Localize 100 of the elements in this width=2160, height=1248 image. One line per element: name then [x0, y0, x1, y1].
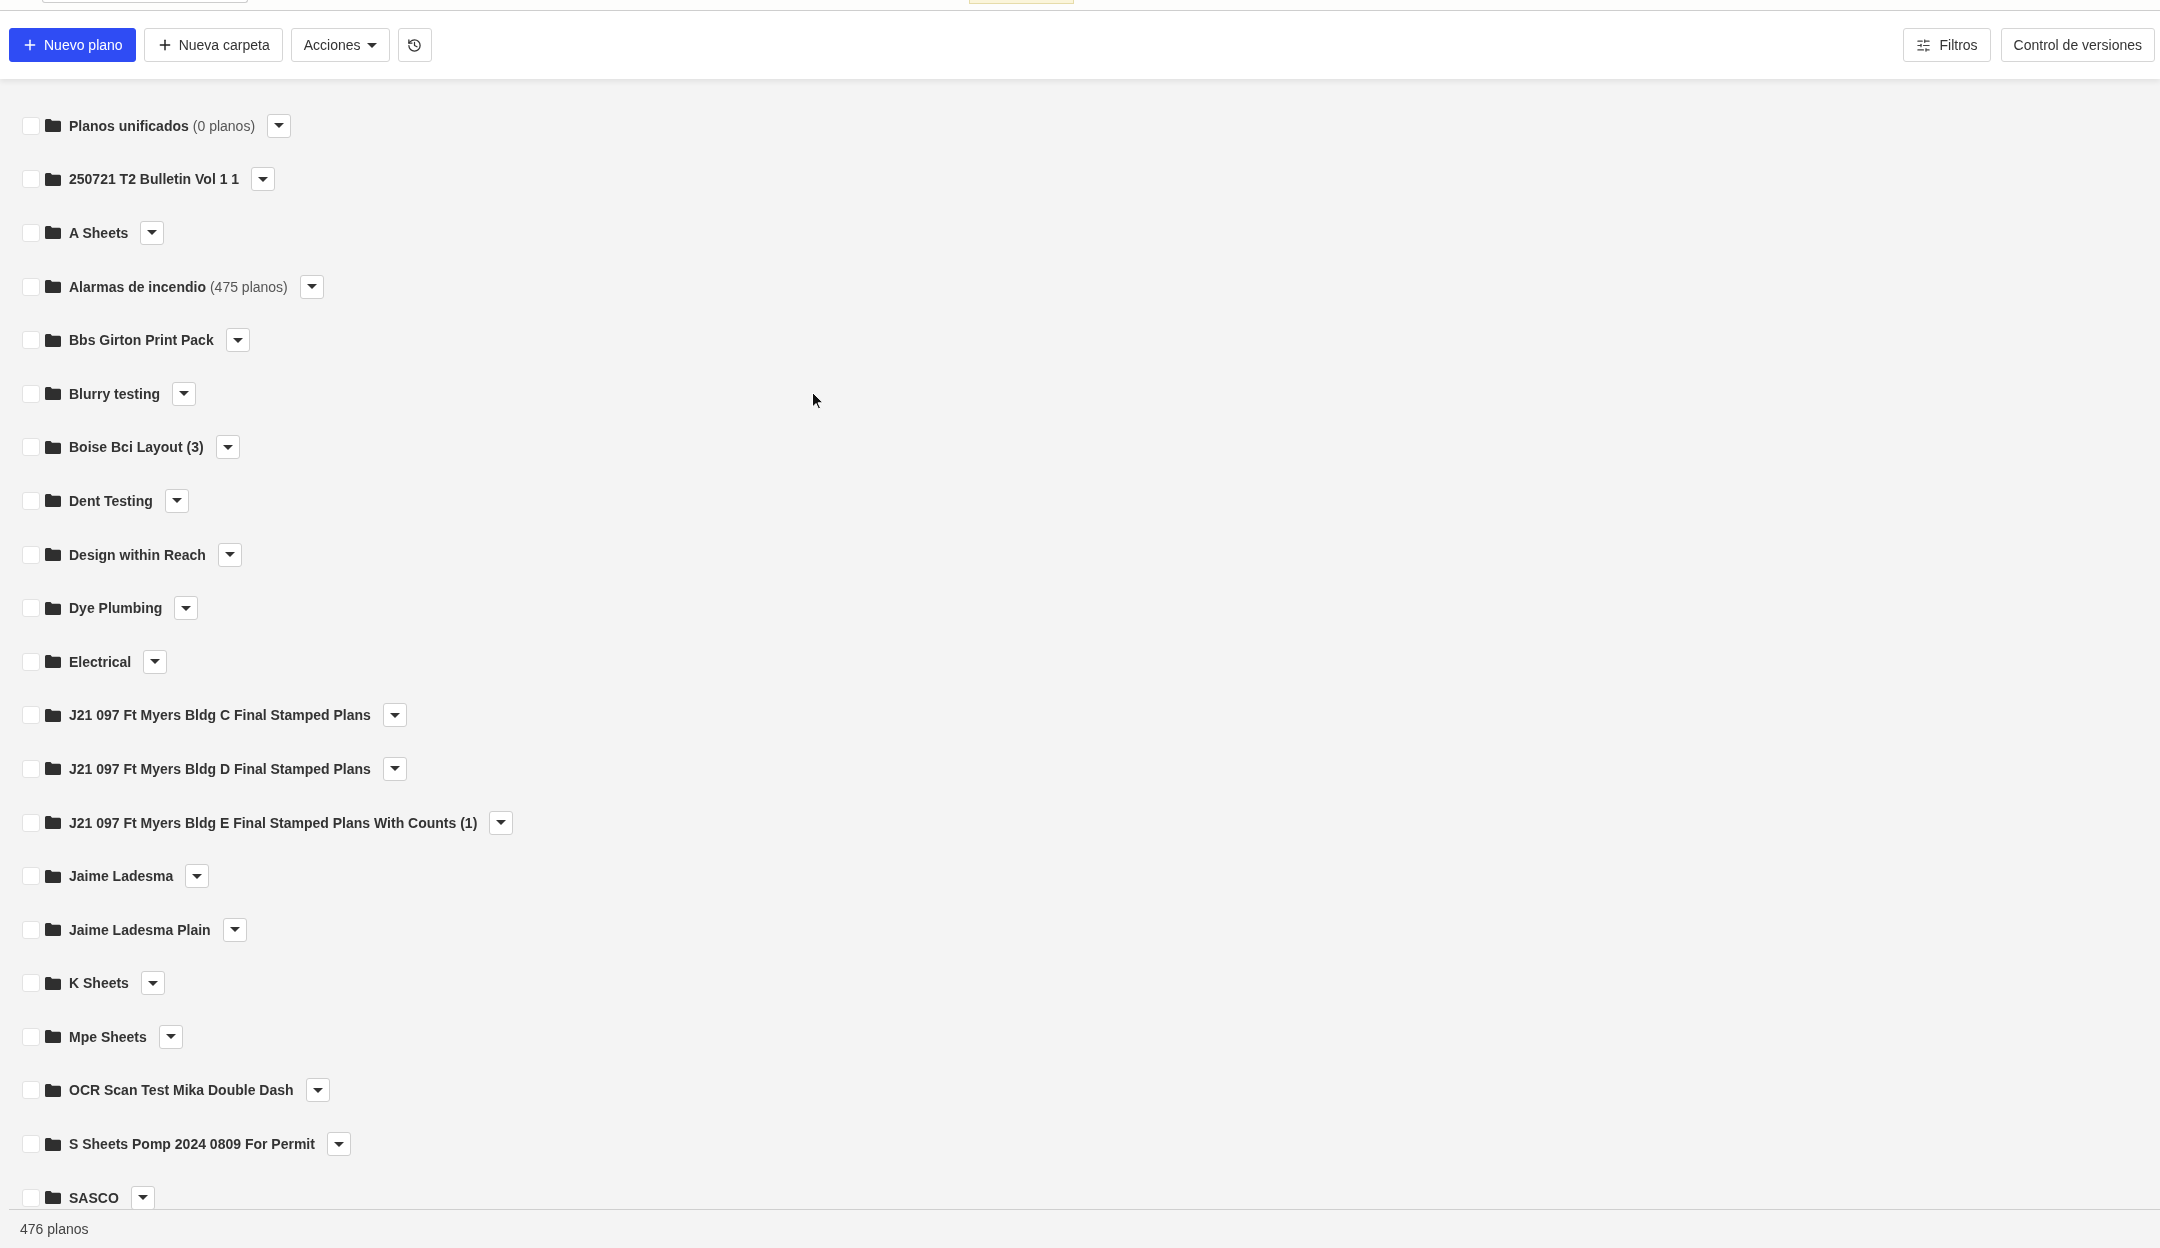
- caret-icon: [137, 1195, 148, 1201]
- folder-name[interactable]: Planos unificados: [69, 117, 189, 134]
- folder-icon: [45, 923, 61, 937]
- folder-name[interactable]: Jaime Ladesma Plain: [69, 921, 211, 938]
- caret-icon: [192, 873, 203, 879]
- row-menu-button[interactable]: [140, 221, 165, 245]
- row-checkbox[interactable]: [22, 1027, 40, 1046]
- folder-name[interactable]: K Sheets: [69, 975, 129, 992]
- folder-name[interactable]: Alarmas de incendio: [69, 278, 206, 295]
- folder-name[interactable]: Dent Testing: [69, 492, 153, 509]
- plus-icon: [22, 37, 38, 53]
- caret-icon: [389, 766, 400, 772]
- folder-name[interactable]: J21 097 Ft Myers Bldg C Final Stamped Plans: [69, 707, 371, 724]
- folder-name[interactable]: Mpe Sheets: [69, 1028, 147, 1045]
- folder-icon: [45, 119, 61, 133]
- row-menu-button[interactable]: [225, 328, 250, 353]
- version-control-button[interactable]: Control de versiones: [2000, 28, 2155, 62]
- row-menu-button[interactable]: [185, 864, 210, 889]
- caret-icon: [232, 337, 243, 343]
- row-checkbox[interactable]: [22, 1135, 40, 1154]
- row-menu-button[interactable]: [174, 596, 199, 621]
- row-checkbox[interactable]: [22, 974, 40, 993]
- folder-name[interactable]: Design within Reach: [69, 546, 206, 563]
- row-menu-button[interactable]: [299, 274, 324, 299]
- plan-count: (475 planos): [209, 278, 288, 295]
- caret-icon: [366, 42, 377, 48]
- row-checkbox[interactable]: [22, 920, 40, 939]
- folder-name[interactable]: S Sheets Pomp 2024 0809 For Permit: [69, 1136, 315, 1153]
- row-menu-button[interactable]: [217, 542, 242, 567]
- row-menu-button[interactable]: [305, 1078, 330, 1103]
- row-menu-button[interactable]: [215, 435, 240, 460]
- row-checkbox[interactable]: [22, 599, 40, 618]
- row-checkbox[interactable]: [22, 545, 40, 564]
- folder-icon: [45, 708, 61, 722]
- caret-icon: [306, 284, 317, 290]
- folder-name[interactable]: A Sheets: [69, 225, 129, 241]
- history-button[interactable]: [397, 28, 432, 62]
- row-checkbox[interactable]: [22, 331, 40, 350]
- row-menu-button[interactable]: [382, 756, 407, 781]
- folder-name[interactable]: Electrical: [69, 653, 132, 670]
- row-checkbox[interactable]: [22, 1081, 40, 1100]
- folder-icon: [45, 1191, 61, 1205]
- sliders-icon: [1916, 37, 1932, 53]
- row-checkbox[interactable]: [22, 224, 40, 242]
- row-checkbox[interactable]: [22, 438, 40, 457]
- input-field[interactable]: [42, 0, 248, 3]
- folder-icon: [45, 869, 61, 883]
- row-checkbox[interactable]: [22, 170, 40, 189]
- folder-icon: [45, 333, 61, 347]
- plan-total: 476 planos: [20, 1221, 89, 1237]
- folder-icon: [45, 172, 61, 186]
- caret-icon: [229, 927, 240, 933]
- row-checkbox[interactable]: [22, 116, 40, 135]
- row-checkbox[interactable]: [22, 759, 40, 778]
- row-checkbox[interactable]: [22, 384, 40, 403]
- row-menu-button[interactable]: [130, 1185, 155, 1209]
- row-menu-button[interactable]: [326, 1132, 351, 1157]
- caret-icon: [312, 1088, 323, 1093]
- row-menu-button[interactable]: [251, 167, 276, 192]
- row-checkbox[interactable]: [22, 491, 40, 510]
- row-menu-button[interactable]: [222, 917, 247, 942]
- row-checkbox[interactable]: [22, 277, 40, 296]
- caret-icon: [181, 605, 192, 611]
- folder-name[interactable]: J21 097 Ft Myers Bldg D Final Stamped Plans: [69, 760, 371, 777]
- cursor-icon: [812, 392, 824, 410]
- folder-icon: [45, 548, 61, 562]
- folder-name[interactable]: Bbs Girton Print Pack: [69, 332, 214, 349]
- row-menu-button[interactable]: [140, 971, 165, 996]
- row-menu-button[interactable]: [489, 810, 514, 835]
- folder-name[interactable]: 250721 T2 Bulletin Vol 1 1: [69, 171, 240, 188]
- row-checkbox[interactable]: [22, 652, 40, 671]
- caret-icon: [389, 712, 400, 718]
- folder-name[interactable]: Boise Bci Layout (3): [69, 439, 204, 456]
- actions-dropdown[interactable]: Acciones: [290, 28, 390, 62]
- folder-icon: [45, 440, 61, 454]
- folder-icon: [45, 1030, 61, 1044]
- caret-icon: [258, 176, 269, 182]
- folder-name[interactable]: SASCO: [69, 1189, 119, 1206]
- row-checkbox[interactable]: [22, 867, 40, 886]
- folder-name[interactable]: Jaime Ladesma: [69, 868, 174, 885]
- row-checkbox[interactable]: [22, 706, 40, 725]
- row-menu-button[interactable]: [267, 113, 292, 138]
- row-checkbox[interactable]: [22, 813, 40, 832]
- folder-name[interactable]: J21 097 Ft Myers Bldg E Final Stamped Plans With Counts (1): [69, 814, 478, 831]
- caret-icon: [224, 552, 235, 558]
- row-checkbox[interactable]: [22, 1188, 40, 1207]
- row-menu-button[interactable]: [172, 381, 196, 406]
- row-menu-button[interactable]: [158, 1024, 183, 1049]
- row-menu-button[interactable]: [143, 649, 168, 674]
- folder-name[interactable]: Dye Plumbing: [69, 600, 163, 617]
- folder-name[interactable]: OCR Scan Test Mika Double Dash: [69, 1082, 294, 1099]
- row-menu-button[interactable]: [382, 703, 407, 728]
- new-plan-button[interactable]: Nuevo plano: [9, 28, 136, 62]
- filters-button[interactable]: Filtros: [1903, 28, 1991, 62]
- folder-icon: [45, 601, 61, 615]
- row-menu-button[interactable]: [164, 488, 189, 513]
- new-folder-button[interactable]: Nueva carpeta: [143, 28, 283, 62]
- folder-icon: [45, 1084, 61, 1097]
- caret-icon: [147, 980, 158, 986]
- folder-name[interactable]: Blurry testing: [69, 385, 160, 402]
